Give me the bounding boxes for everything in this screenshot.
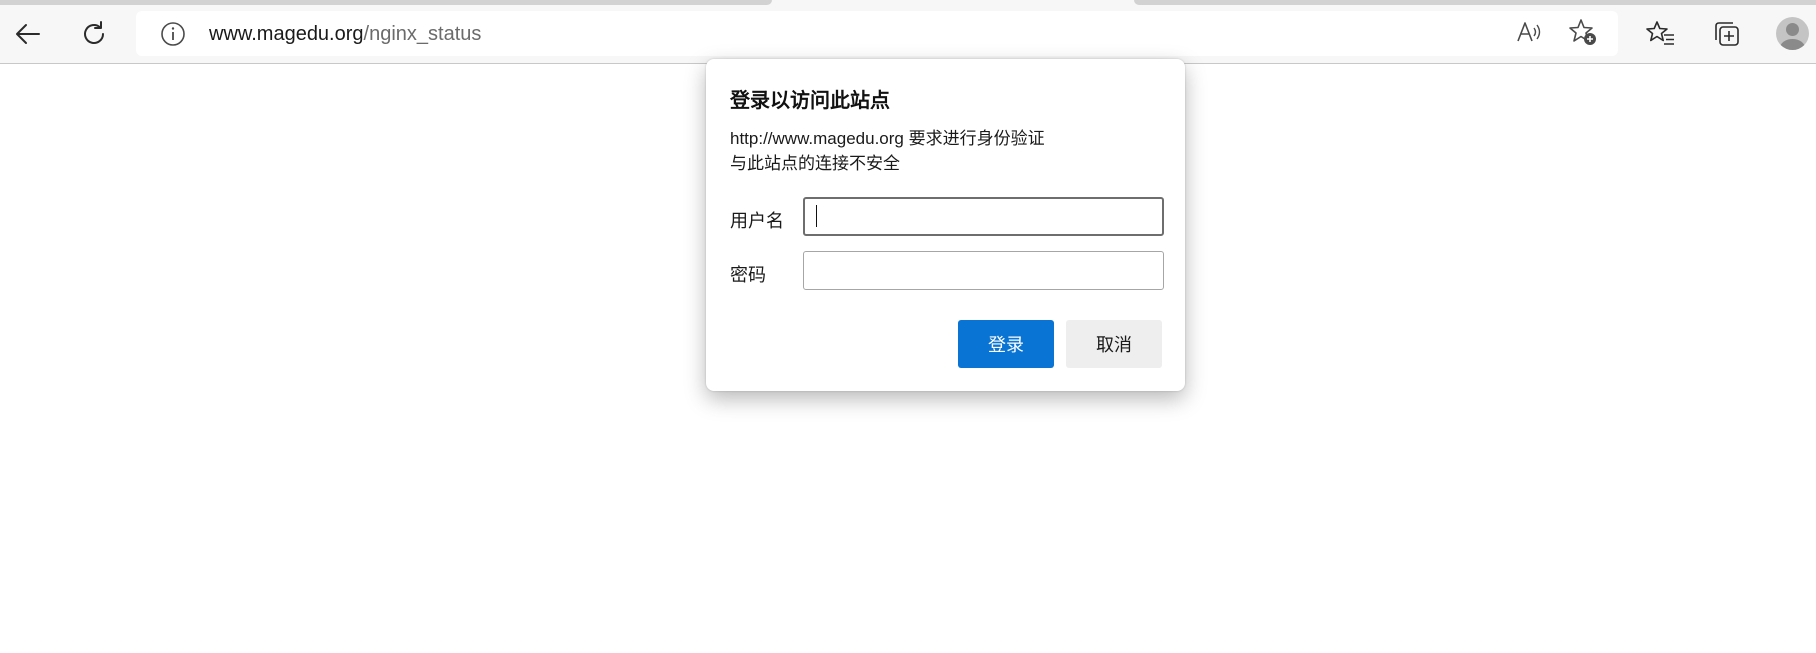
read-aloud-icon (1515, 19, 1543, 50)
favorites-button[interactable] (1641, 14, 1681, 54)
refresh-button[interactable] (74, 14, 114, 54)
url-path: /nginx_status (363, 23, 482, 45)
username-input[interactable] (803, 197, 1164, 236)
collections-button[interactable] (1707, 14, 1747, 54)
read-aloud-button[interactable] (1514, 19, 1544, 49)
browser-toolbar: www.magedu.org/nginx_status (0, 0, 1816, 64)
add-favorite-button[interactable] (1568, 17, 1598, 52)
cancel-button[interactable]: 取消 (1066, 320, 1162, 368)
back-arrow-icon (14, 20, 42, 48)
back-button[interactable] (8, 14, 48, 54)
password-input[interactable] (803, 251, 1164, 290)
add-favorite-icon (1568, 17, 1598, 52)
dialog-message-auth: http://www.magedu.org 要求进行身份验证 (730, 129, 1045, 148)
refresh-icon (80, 20, 108, 48)
login-button[interactable]: 登录 (958, 320, 1054, 368)
url-host: www.magedu.org (209, 23, 364, 45)
favorites-icon (1646, 19, 1676, 49)
dialog-title: 登录以访问此站点 (730, 90, 890, 112)
address-bar[interactable]: www.magedu.org/nginx_status (136, 11, 1618, 56)
site-info-button[interactable] (160, 21, 186, 47)
inactive-tab-right[interactable] (1134, 0, 1816, 5)
password-label: 密码 (730, 265, 766, 285)
username-label: 用户名 (730, 211, 784, 231)
info-icon (160, 22, 186, 51)
dialog-message-insecure: 与此站点的连接不安全 (730, 154, 900, 173)
inactive-tab-left[interactable] (0, 0, 772, 5)
profile-button[interactable] (1776, 17, 1809, 50)
collections-icon (1712, 19, 1742, 49)
profile-avatar-icon (1786, 23, 1799, 36)
text-caret (816, 205, 817, 227)
auth-dialog: 登录以访问此站点 http://www.magedu.org 要求进行身份验证 … (706, 59, 1185, 391)
url-text[interactable]: www.magedu.org/nginx_status (209, 23, 481, 46)
